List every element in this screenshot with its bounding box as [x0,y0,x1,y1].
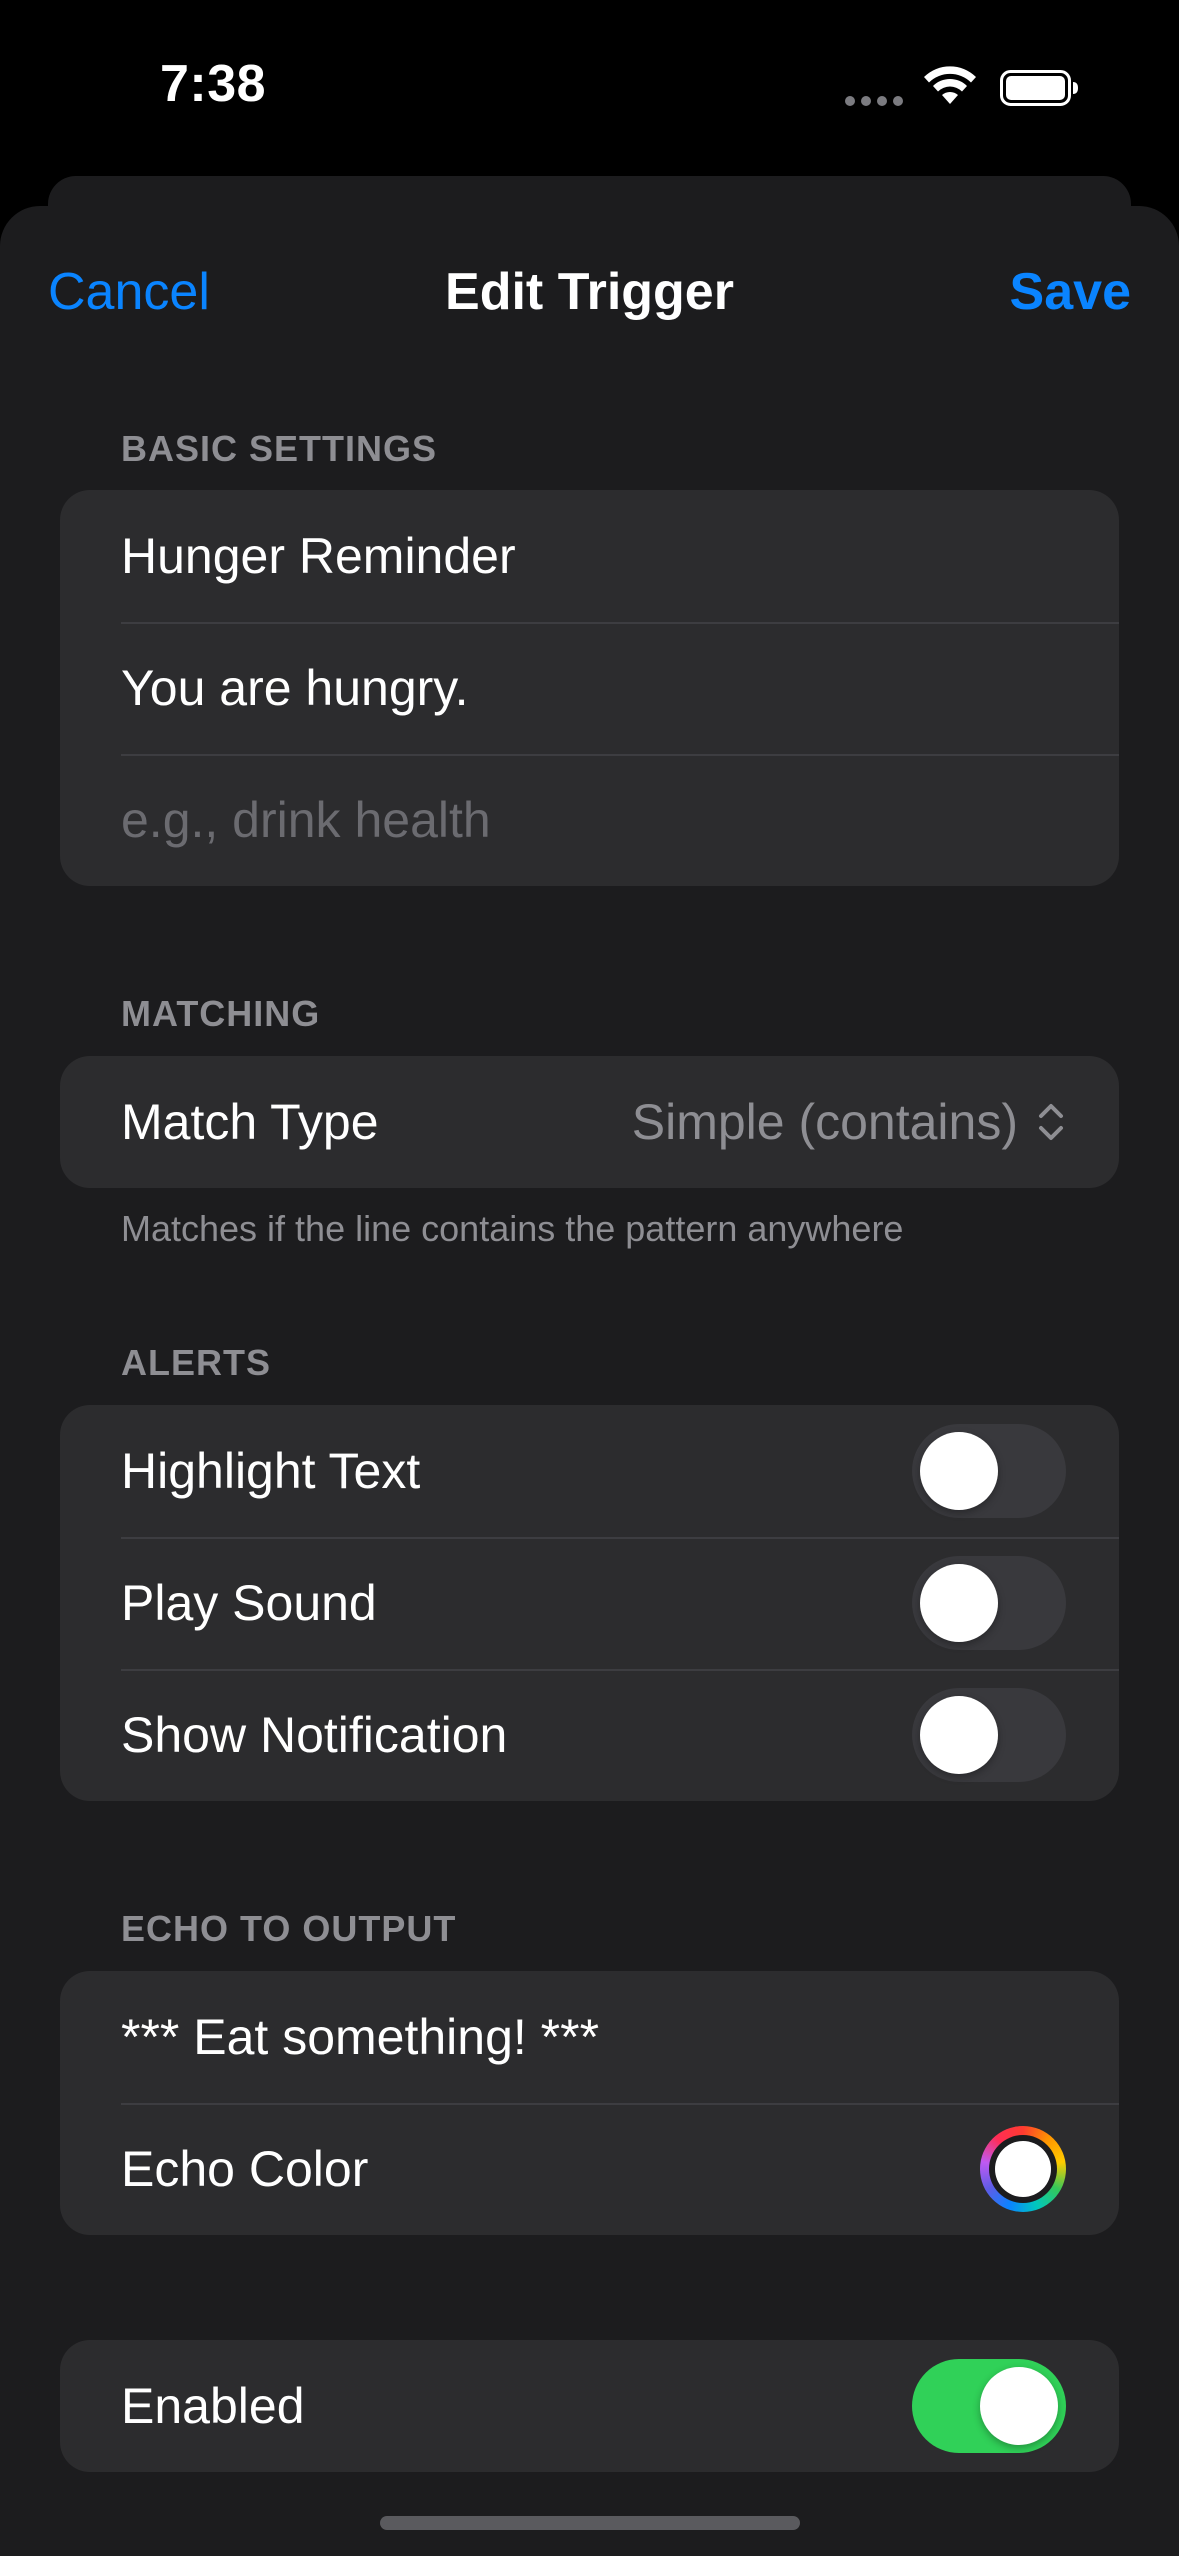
toggle-knob [920,1564,998,1642]
save-button[interactable]: Save [1010,262,1131,322]
highlight-text-toggle[interactable] [912,1424,1066,1518]
trigger-pattern-field[interactable]: You are hungry. [60,622,1119,754]
enabled-label: Enabled [121,2378,305,2434]
trigger-command-placeholder: e.g., drink health [121,792,491,848]
trigger-pattern-value: You are hungry. [121,660,469,716]
play-sound-row: Play Sound [60,1537,1119,1669]
cellular-signal-icon [845,96,905,106]
section-header-alerts: ALERTS [121,1342,271,1383]
color-picker-well[interactable] [980,2126,1066,2212]
play-sound-label: Play Sound [121,1575,377,1631]
echo-text-value: *** Eat something! *** [121,2009,600,2065]
section-header-matching: MATCHING [121,993,321,1034]
home-indicator [380,2516,800,2530]
match-type-picker[interactable]: Match Type Simple (contains) [60,1056,1119,1188]
color-well-ring [989,2135,1057,2203]
play-sound-toggle[interactable] [912,1556,1066,1650]
trigger-command-field[interactable]: e.g., drink health [60,754,1119,886]
show-notification-label: Show Notification [121,1707,508,1763]
match-type-footer: Matches if the line contains the pattern… [121,1208,904,1249]
section-header-basic-settings: BASIC SETTINGS [121,428,438,469]
echo-color-row: Echo Color [60,2103,1119,2235]
status-bar: 7:38 [0,0,1179,176]
echo-color-swatch [995,2141,1051,2197]
basic-settings-group: Hunger Reminder You are hungry. e.g., dr… [60,490,1119,886]
echo-text-field[interactable]: *** Eat something! *** [60,1971,1119,2103]
trigger-name-field[interactable]: Hunger Reminder [60,490,1119,622]
show-notification-row: Show Notification [60,1669,1119,1801]
wifi-icon [924,66,976,104]
echo-color-label: Echo Color [121,2141,369,2197]
toggle-knob [920,1696,998,1774]
match-type-selection: Simple (contains) [632,1093,1066,1151]
highlight-text-row: Highlight Text [60,1405,1119,1537]
page-title: Edit Trigger [445,263,734,321]
enabled-row: Enabled [60,2340,1119,2472]
section-header-echo: ECHO TO OUTPUT [121,1908,457,1949]
toggle-knob [920,1432,998,1510]
status-time: 7:38 [160,55,267,113]
enabled-group: Enabled [60,2340,1119,2472]
highlight-text-label: Highlight Text [121,1443,421,1499]
match-type-label: Match Type [121,1094,379,1150]
battery-icon [1000,70,1078,106]
matching-group: Match Type Simple (contains) [60,1056,1119,1188]
enabled-toggle[interactable] [912,2359,1066,2453]
echo-group: *** Eat something! *** Echo Color [60,1971,1119,2235]
trigger-name-value: Hunger Reminder [121,528,516,584]
match-type-value: Simple (contains) [631,1094,1018,1150]
chevron-up-down-icon [1039,1104,1063,1140]
toggle-knob [980,2367,1058,2445]
alerts-group: Highlight Text Play Sound Show Notificat… [60,1405,1119,1801]
show-notification-toggle[interactable] [912,1688,1066,1782]
